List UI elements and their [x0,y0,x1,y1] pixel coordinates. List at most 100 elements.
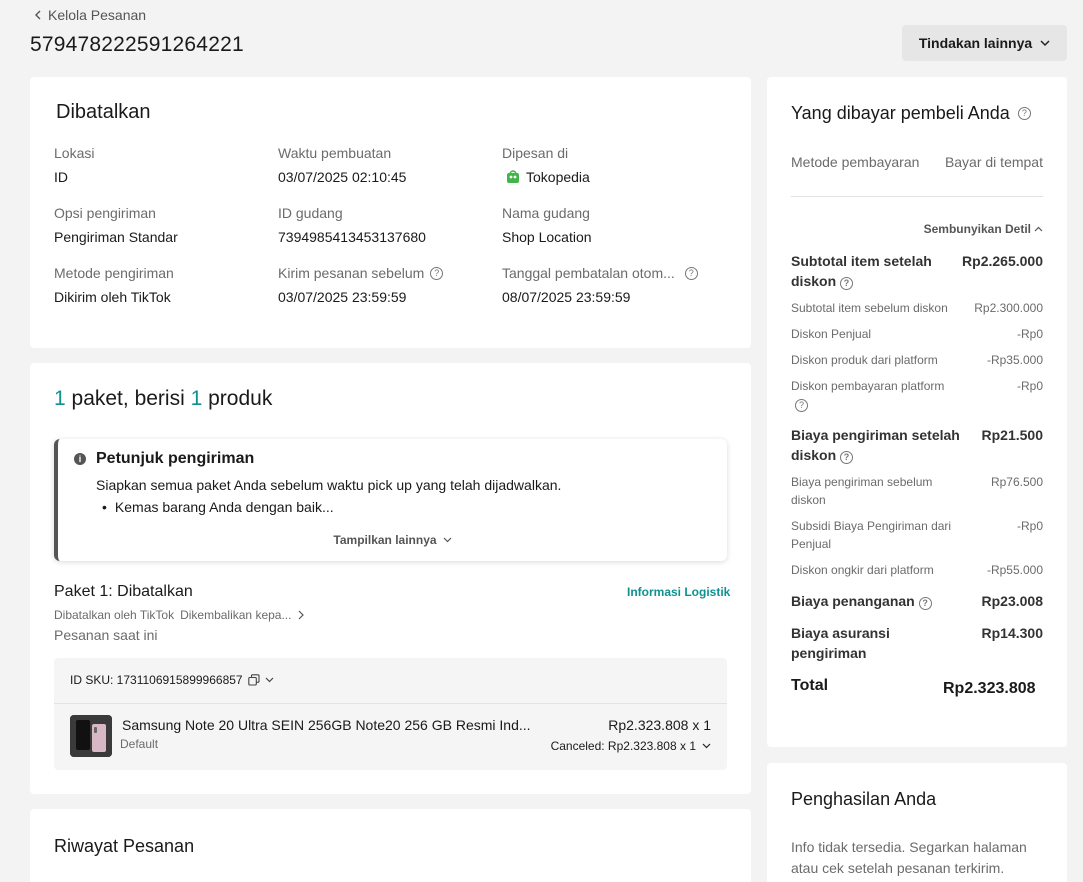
bullet-dot: • [102,499,107,515]
product-name[interactable]: Samsung Note 20 Ultra SEIN 256GB Note20 … [122,717,542,733]
payment-row: Diskon Penjual -Rp0 [791,325,1043,343]
help-icon[interactable]: ? [1017,107,1031,120]
chevron-left-icon [35,10,41,20]
payment-method-value: Bayar di tempat [944,154,1043,170]
sku-line[interactable]: ID SKU: 1731106915899966857 [70,673,274,687]
back-link[interactable]: Kelola Pesanan [34,7,146,23]
total-value: Rp2.323.808 [943,680,1036,697]
cancelled-by: Dibatalkan oleh TikTok [54,608,175,622]
show-more-button[interactable]: Tampilkan lainnya [58,533,727,547]
payment-row: Subsidi Biaya Pengiriman dari Penjual -R… [791,517,1043,553]
payment-row-value: -Rp0 [1016,379,1043,393]
payment-row-value: Rp21.500 [981,427,1043,443]
help-icon[interactable]: ? [430,266,444,280]
chevron-up-icon [1034,226,1043,232]
help-icon[interactable]: ? [918,597,932,610]
package-title: Paket 1: Dibatalkan [54,583,193,600]
help-icon[interactable]: ? [840,277,854,290]
divider [54,703,727,704]
sku-box: ID SKU: 1731106915899966857 Samsung Note… [54,658,727,770]
packages-mid-text: paket, berisi [65,387,191,410]
payment-row: Biaya asuransi pengiriman Rp14.300 [791,623,1043,663]
warehouse-name-label: Nama gudang [502,205,590,221]
product-variant: Default [120,737,159,751]
payment-row-label: Subtotal item sebelum diskon [791,301,948,315]
payment-row-label: Diskon Penjual [791,327,872,341]
payment-row-value: -Rp0 [1016,327,1043,341]
payment-row: Diskon pembayaran platform? -Rp0 [791,377,1043,413]
divider [791,196,1043,197]
auto-cancel-label: Tanggal pembatalan otom... [502,265,675,281]
canceled-line[interactable]: Canceled: Rp2.323.808 x 1 [551,739,711,753]
created-value: 03/07/2025 02:10:45 [278,169,407,185]
status-title: Dibatalkan [56,101,151,123]
ordered-at-text: Tokopedia [526,169,590,185]
guide-bullet: • Kemas barang Anda dengan baik... [102,499,334,515]
history-title: Riwayat Pesanan [54,836,195,856]
payment-row-label: Biaya pengiriman sebelum diskon [791,475,933,507]
payment-row-value: Rp76.500 [990,475,1043,489]
created-label: Waktu pembuatan [278,145,392,161]
shipping-method-label: Metode pengiriman [54,265,174,281]
help-icon[interactable]: ? [795,399,808,412]
warehouse-id-value: 7394985413453137680 [278,229,426,245]
guide-text: Siapkan semua paket Anda sebelum waktu p… [96,477,562,493]
auto-cancel-label-group: Tanggal pembatalan otom... ? [502,265,698,281]
payment-row-label: Diskon pembayaran platform? [791,379,945,412]
chevron-down-icon [1040,39,1050,46]
guide-bullet-text: Kemas barang Anda dengan baik... [114,499,334,515]
packages-end-text: produk [202,387,273,410]
package-status-line[interactable]: Dibatalkan oleh TikTok Dikembalikan kepa… [54,608,305,622]
ordered-at-value: Tokopedia [506,169,590,185]
order-status-card: Dibatalkan Lokasi ID Waktu pembuatan 03/… [30,77,751,348]
ship-before-label-group: Kirim pesanan sebelum ? [278,265,444,281]
order-history-card: Riwayat Pesanan [30,809,751,882]
earnings-card: Penghasilan Anda Info tidak tersedia. Se… [767,763,1067,882]
warehouse-name-value: Shop Location [502,229,592,245]
canceled-text: Canceled: Rp2.323.808 x 1 [550,739,696,753]
sku-id: ID SKU: 1731106915899966857 [70,673,243,687]
chevron-right-icon [299,610,305,620]
location-value: ID [54,169,68,185]
help-icon[interactable]: ? [840,451,854,464]
payment-card: Yang dibayar pembeli Anda ? Metode pemba… [767,77,1067,747]
payment-row: Diskon produk dari platform -Rp35.000 [791,351,1043,369]
packages-title: 1 paket, berisi 1 produk [54,387,272,411]
copy-icon[interactable] [247,674,260,686]
ordered-at-label: Dipesan di [502,145,569,161]
current-order-label: Pesanan saat ini [54,627,158,643]
payment-row-value: Rp2.300.000 [974,301,1043,315]
hide-detail-button[interactable]: Sembunyikan Detil [924,222,1043,236]
payment-row: Biaya penanganan ? Rp23.008 [791,591,1043,611]
more-actions-button[interactable]: Tindakan lainnya [902,25,1067,61]
chevron-down-icon [702,743,711,749]
payment-row-value: -Rp0 [1016,519,1043,533]
payment-row-value: Rp23.008 [981,593,1043,609]
total-label: Total [791,677,829,694]
chevron-down-icon[interactable] [265,677,274,683]
payment-row-label: Biaya penanganan ? [791,591,932,611]
logistics-info-link[interactable]: Informasi Logistik [627,585,730,599]
help-icon[interactable]: ? [684,266,698,280]
ship-before-label: Kirim pesanan sebelum [278,265,425,281]
packages-card: 1 paket, berisi 1 produk i Petunjuk peng… [30,363,751,794]
payment-method-label: Metode pembayaran [791,154,920,170]
payment-row: Subtotal item setelah diskon ? Rp2.265.0… [791,251,1043,291]
shipping-method-value: Dikirim oleh TikTok [54,289,171,305]
payment-row: Biaya pengiriman sebelum diskon Rp76.500 [791,473,1043,509]
warehouse-id-label: ID gudang [278,205,343,221]
shipping-option-value: Pengiriman Standar [54,229,178,245]
payment-title: Yang dibayar pembeli Anda [791,103,1010,123]
payment-row: Subtotal item sebelum diskon Rp2.300.000 [791,299,1043,317]
show-more-label: Tampilkan lainnya [333,533,437,547]
payment-row-label: Subsidi Biaya Pengiriman dari Penjual [791,519,952,551]
order-id: 579478222591264221 [30,33,244,56]
product-price: Rp2.323.808 x 1 [608,717,711,733]
payment-row-value: -Rp55.000 [986,563,1043,577]
shipping-option-label: Opsi pengiriman [54,205,156,221]
info-icon: i [74,453,86,465]
payment-row-value: -Rp35.000 [986,353,1043,367]
product-image [70,715,112,757]
chevron-down-icon [443,537,452,543]
payment-row-value: Rp14.300 [981,625,1043,641]
